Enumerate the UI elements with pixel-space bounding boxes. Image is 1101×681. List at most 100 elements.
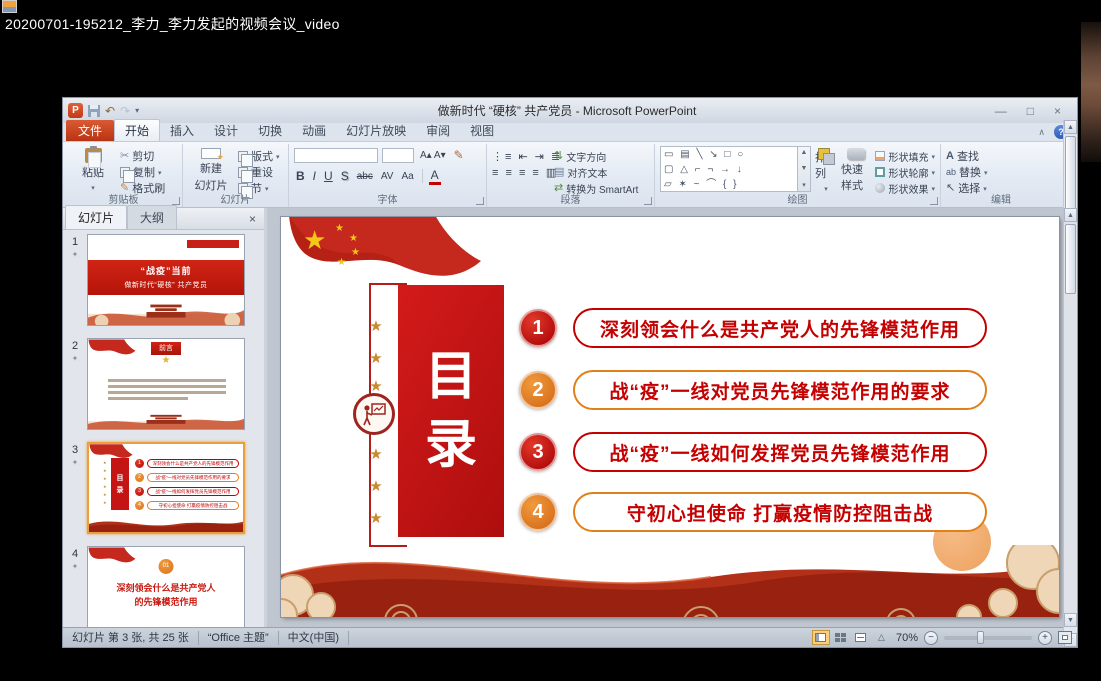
fit-to-window-button[interactable]	[1058, 631, 1072, 644]
replace-button[interactable]: ab替换	[946, 165, 988, 179]
slide-thumbnail-4[interactable]: 01 深刻领会什么是共产党人 的先锋模范作用	[87, 546, 245, 627]
arrange-button[interactable]: 排列	[815, 146, 837, 193]
star-icon: ★	[367, 349, 385, 367]
shape-outline-icon	[875, 167, 885, 177]
cut-button[interactable]: ✂剪切	[120, 149, 165, 163]
panel-tab-slides[interactable]: 幻灯片	[65, 205, 127, 229]
slide-counter: 幻灯片 第 3 张, 共 25 张	[63, 631, 199, 645]
current-slide-canvas[interactable]: ★ ★ ★ ★ ★ ★ ★ ★	[281, 217, 1059, 617]
align-text-button[interactable]: ▤对齐文本	[554, 165, 638, 179]
shape-fill-button[interactable]: 形状填充	[875, 149, 935, 163]
font-color-button[interactable]: A	[429, 168, 441, 185]
view-switcher: ▽	[812, 630, 890, 645]
italic-button[interactable]: I	[311, 169, 318, 183]
scroll-up-button[interactable]: ▲	[1064, 120, 1077, 134]
slide-thumbnail-2[interactable]: 前言 ★	[87, 338, 245, 430]
shape-outline-button[interactable]: 形状轮廓	[875, 165, 935, 179]
change-case-button[interactable]: Aa	[399, 171, 415, 182]
slide-thumbnail-3-selected[interactable]: ★★★★★★ 目 录 1 深刻领会什么是共产党人的先锋模范作用 2	[87, 442, 245, 534]
paragraph-dialog-launcher[interactable]	[644, 197, 652, 205]
redo-icon[interactable]: ↷	[120, 105, 130, 117]
panel-tabs: 幻灯片 大纲 ×	[63, 208, 264, 230]
video-player: 20200701-195212_李力_李力发起的视频会议_video P ↶ ↷…	[0, 0, 1101, 681]
paste-button[interactable]: 粘贴	[70, 146, 116, 193]
tab-slideshow[interactable]: 幻灯片放映	[336, 120, 416, 141]
alignment-buttons[interactable]: ≡ ≡ ≡ ≡ ▥	[492, 165, 550, 179]
dropdown-caret-icon	[158, 166, 162, 178]
minimize-button[interactable]: —	[995, 104, 1007, 118]
list-indent-buttons[interactable]: ⋮≡ ⇤ ⇥ ≣	[492, 149, 550, 163]
animation-indicator-icon: ✦	[72, 354, 79, 363]
find-button[interactable]: A查找	[946, 149, 988, 163]
language-indicator[interactable]: 中文(中国)	[279, 631, 349, 645]
underline-button[interactable]: U	[322, 169, 335, 183]
tab-transitions[interactable]: 切换	[248, 120, 292, 141]
main-scrollbar[interactable]: ▲ ▼	[1063, 208, 1077, 627]
slides-group-label: 幻灯片	[183, 191, 288, 206]
clipboard-dialog-launcher[interactable]	[172, 197, 180, 205]
scroll-up-button[interactable]: ▲	[1064, 208, 1077, 222]
tab-file[interactable]: 文件	[66, 120, 114, 141]
quick-styles-button[interactable]: 快速样式	[841, 146, 872, 193]
window-controls: — □ ×	[995, 104, 1077, 118]
save-icon[interactable]	[88, 105, 100, 117]
font-dialog-launcher[interactable]	[476, 197, 484, 205]
tab-view[interactable]: 视图	[460, 120, 504, 141]
layout-button[interactable]: 版式	[238, 149, 280, 163]
tab-review[interactable]: 审阅	[416, 120, 460, 141]
font-name-combobox[interactable]	[294, 148, 378, 163]
slide-thumbnail-1[interactable]: “战疫”当前 做新时代“硬核” 共产党员	[87, 234, 245, 326]
svg-text:★: ★	[335, 223, 344, 234]
normal-view-button[interactable]	[812, 630, 830, 645]
slide-sorter-view-button[interactable]	[832, 630, 850, 645]
zoom-slider[interactable]	[944, 636, 1032, 640]
collapse-ribbon-icon[interactable]: ∧	[1038, 127, 1045, 138]
tiananmen-scene-graphic	[88, 411, 244, 429]
star-icon: ★	[367, 509, 385, 527]
cut-icon: ✂	[120, 151, 129, 162]
copy-button[interactable]: 复制	[120, 165, 165, 179]
dropdown-caret-icon	[931, 167, 935, 178]
character-spacing-button[interactable]: AV	[379, 171, 396, 182]
reading-view-button[interactable]	[852, 630, 870, 645]
undo-icon[interactable]: ↶	[105, 105, 115, 117]
slideshow-view-button[interactable]: ▽	[872, 630, 890, 645]
new-slide-button[interactable]: 新建 幻灯片	[188, 146, 234, 193]
tab-home[interactable]: 开始	[114, 119, 160, 141]
star-icon: ★	[367, 477, 385, 495]
scroll-down-button[interactable]: ▼	[1064, 613, 1077, 627]
panel-close-icon[interactable]: ×	[249, 212, 264, 229]
strikethrough-button[interactable]: abc	[355, 171, 375, 182]
text-shadow-button[interactable]: S	[339, 169, 351, 183]
item-number-badge: 2	[519, 371, 557, 409]
shapes-more-icon	[802, 181, 806, 189]
close-button[interactable]: ×	[1054, 104, 1061, 118]
clear-formatting-icon[interactable]: ✎	[452, 148, 466, 162]
zoom-in-button[interactable]: +	[1038, 631, 1052, 645]
thumbnail-row-1: 1 ✦ “战疫”当前 做新时代“硬核” 共产党员	[63, 234, 249, 326]
group-clipboard: 粘贴 ✂剪切 复制 ✎格式刷 剪贴板	[65, 144, 183, 207]
font-size-buttons[interactable]: A▴ A▾	[418, 150, 448, 161]
theme-name[interactable]: “Office 主题”	[199, 631, 279, 645]
text-direction-button[interactable]: ⇅文字方向	[554, 149, 638, 163]
tab-design[interactable]: 设计	[204, 120, 248, 141]
bold-button[interactable]: B	[294, 169, 307, 183]
mini-toc-box: 目 录	[111, 458, 129, 510]
tab-insert[interactable]: 插入	[160, 120, 204, 141]
panel-tab-outline[interactable]: 大纲	[127, 205, 177, 229]
font-size-combobox[interactable]	[382, 148, 414, 163]
powerpoint-logo-icon[interactable]: P	[68, 103, 83, 118]
zoom-slider-thumb[interactable]	[977, 631, 984, 644]
mini-toc-row: 1 深刻领会什么是共产党人的先锋模范作用	[135, 458, 239, 468]
star-icon: ★	[162, 355, 171, 366]
drawing-dialog-launcher[interactable]	[930, 197, 938, 205]
shapes-gallery[interactable]: ▭ ▤ ╲ ↘ □ ○ ▢ △ ⌐ ¬ → ↓ ▱ ✶ ~ ⌒ { }	[660, 146, 798, 192]
shapes-gallery-scroll[interactable]: ▲ ▼	[798, 146, 811, 192]
reset-button[interactable]: 重设	[238, 165, 280, 179]
main-scrollbar-thumb[interactable]	[1065, 224, 1076, 294]
zoom-out-button[interactable]: −	[924, 631, 938, 645]
tab-animations[interactable]: 动画	[292, 120, 336, 141]
toc-title-box: 目 录	[398, 285, 504, 537]
maximize-button[interactable]: □	[1027, 104, 1034, 118]
slide-number: 1	[72, 236, 78, 248]
